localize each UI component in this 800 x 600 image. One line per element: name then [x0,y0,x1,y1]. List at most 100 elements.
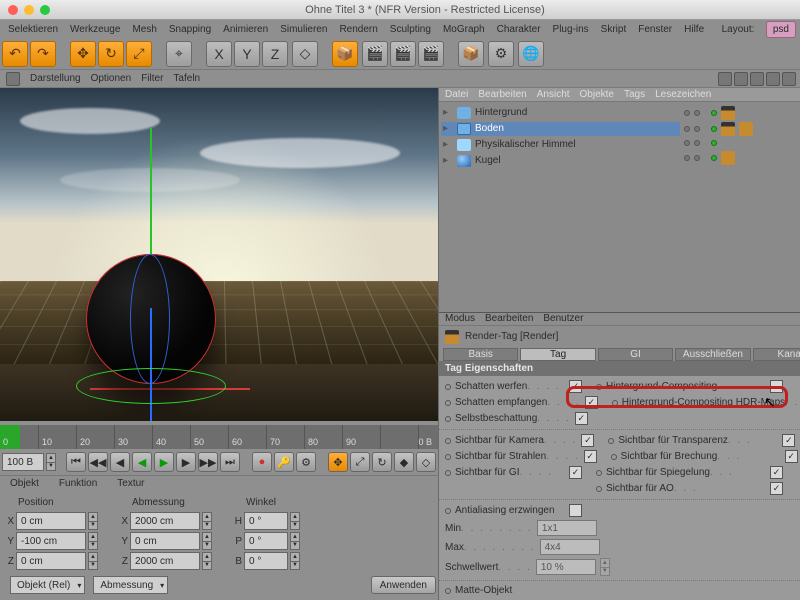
menu-item[interactable]: Simulieren [274,22,333,37]
key-rot-button[interactable]: ↻ [372,452,392,472]
ang-p-field[interactable]: 0 ° [244,532,288,550]
coord-tab[interactable]: Funktion [49,476,107,493]
menu-item[interactable]: Skript [595,22,633,37]
prop-checkbox[interactable] [569,380,582,393]
prop-checkbox[interactable] [770,482,783,495]
render-region-button[interactable]: 🎬 [418,41,444,67]
vp-nav-icon[interactable] [734,72,748,86]
attr-tab-exclude[interactable]: Ausschließen [675,348,750,361]
3d-viewport[interactable] [0,88,438,421]
render-view-button[interactable]: 📦 [332,41,358,67]
tag-icon[interactable] [721,122,735,136]
visibility-dots[interactable] [684,106,800,120]
ang-b-field[interactable]: 0 ° [244,552,288,570]
menu-item[interactable]: Plug-ins [547,22,595,37]
menu-item[interactable]: Selektieren [2,22,64,37]
prop-checkbox[interactable] [575,412,588,425]
dim-x-field[interactable]: 2000 cm [130,512,200,530]
record-key-button[interactable]: ● [252,452,272,472]
redo-button[interactable]: ↷ [30,41,56,67]
attr-tab-basis[interactable]: Basis [443,348,518,361]
menu-item[interactable]: Charakter [491,22,547,37]
apply-button[interactable]: Anwenden [371,576,436,594]
add-generator-button[interactable]: 🌐 [518,41,544,67]
aa-checkbox[interactable] [569,504,582,517]
tag-icon[interactable] [721,106,735,120]
move-tool[interactable]: ✥ [70,41,96,67]
menu-item[interactable]: Fenster [632,22,678,37]
render-settings-button[interactable]: 🎬 [362,41,388,67]
pos-z-field[interactable]: 0 cm [16,552,86,570]
dim-z-field[interactable]: 2000 cm [130,552,200,570]
menu-item[interactable]: MoGraph [437,22,491,37]
tree-row[interactable]: ▸Physikalischer Himmel [441,138,680,152]
am-menu-item[interactable]: Modus [445,313,475,324]
prop-checkbox[interactable] [569,466,582,479]
axis-z-toggle[interactable]: Z [262,41,288,67]
prev-key-button[interactable]: ◀◀ [88,452,108,472]
pos-y-field[interactable]: -100 cm [16,532,86,550]
coord-tab[interactable]: Textur [107,476,154,493]
visibility-dots[interactable] [684,151,800,165]
coord-tab[interactable]: Objekt [0,476,49,493]
goto-start-button[interactable]: ⏮ [66,452,86,472]
vp-menu-item[interactable]: Filter [141,73,163,84]
menu-item[interactable]: Hilfe [678,22,710,37]
om-menu-item[interactable]: Datei [445,89,468,100]
zoom-icon[interactable] [40,5,50,15]
prop-checkbox[interactable] [785,450,798,463]
menu-item[interactable]: Rendern [333,22,383,37]
rotate-ring-y[interactable] [76,368,226,404]
coord-system-button[interactable]: ◇ [292,41,318,67]
dim-y-field[interactable]: 0 cm [130,532,200,550]
key-options-button[interactable]: ⚙ [296,452,316,472]
menu-item[interactable]: Werkzeuge [64,22,126,37]
vp-menu-item[interactable]: Optionen [91,73,132,84]
scale-tool[interactable]: ⤢ [126,41,152,67]
am-menu-item[interactable]: Bearbeiten [485,313,533,324]
menu-item[interactable]: Mesh [126,22,162,37]
prop-checkbox[interactable] [585,396,598,409]
goto-end-button[interactable]: ⏭ [220,452,240,472]
minimize-icon[interactable] [24,5,34,15]
prop-checkbox[interactable] [770,466,783,479]
tree-row[interactable]: ▸Boden [441,122,680,136]
key-scale-button[interactable]: ⤢ [350,452,370,472]
vp-menu-item[interactable]: Tafeln [173,73,200,84]
play-forward-button[interactable]: ▶ [154,452,174,472]
am-menu-item[interactable]: Benutzer [543,313,583,324]
add-spline-button[interactable]: ⚙ [488,41,514,67]
visibility-dots[interactable] [684,138,800,149]
om-menu-item[interactable]: Bearbeiten [478,89,526,100]
vp-menu-item[interactable]: Darstellung [30,73,81,84]
key-pla-button[interactable]: ◇ [416,452,436,472]
coord-space-dropdown[interactable]: Objekt (Rel) [10,576,85,594]
close-icon[interactable] [8,5,18,15]
pos-x-field[interactable]: 0 cm [16,512,86,530]
menu-item[interactable]: Sculpting [384,22,437,37]
layout-selector[interactable]: psd [766,21,796,38]
frame-range-field[interactable]: 100 B [2,453,44,471]
next-frame-button[interactable]: ▶ [176,452,196,472]
key-pos-button[interactable]: ✥ [328,452,348,472]
axis-x-toggle[interactable]: X [206,41,232,67]
vp-nav-icon[interactable] [750,72,764,86]
vp-nav-icon[interactable] [718,72,732,86]
ang-h-field[interactable]: 0 ° [244,512,288,530]
play-backward-button[interactable]: ◀ [132,452,152,472]
add-cube-button[interactable]: 📦 [458,41,484,67]
render-pv-button[interactable]: 🎬 [390,41,416,67]
axis-y-toggle[interactable]: Y [234,41,260,67]
autokey-button[interactable]: 🔑 [274,452,294,472]
om-menu-item[interactable]: Tags [624,89,645,100]
tag-icon[interactable] [721,151,735,165]
next-key-button[interactable]: ▶▶ [198,452,218,472]
prop-checkbox[interactable] [782,434,795,447]
tree-row[interactable]: ▸Hintergrund [441,106,680,120]
rotate-tool[interactable]: ↻ [98,41,124,67]
vp-nav-icon[interactable] [782,72,796,86]
om-menu-item[interactable]: Ansicht [537,89,570,100]
frame-spinner[interactable]: ▲▼ [46,453,56,471]
viewport-toggle-icon[interactable] [6,72,20,86]
visibility-dots[interactable] [684,122,800,136]
